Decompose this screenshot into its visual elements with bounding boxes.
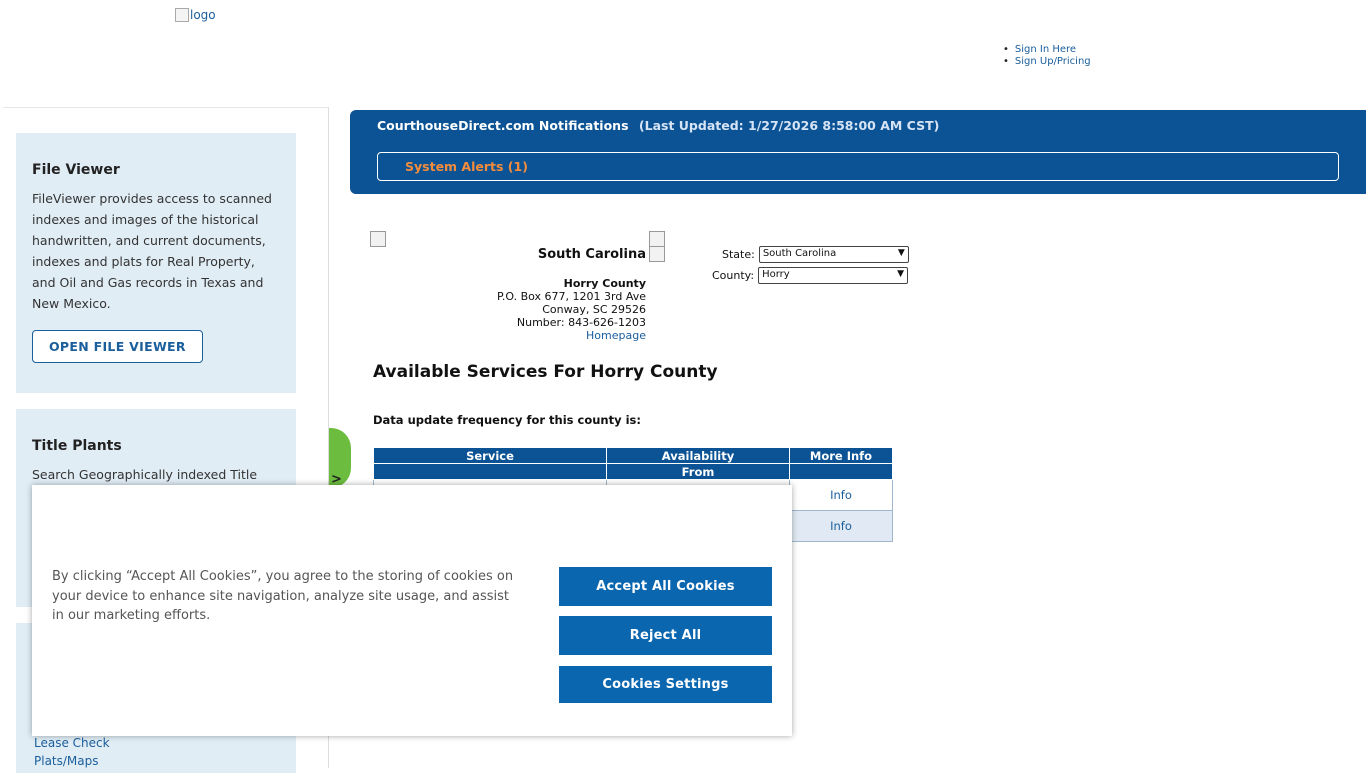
- sign-up-pricing-link[interactable]: Sign Up/Pricing: [1003, 56, 1091, 68]
- state-select-value: South Carolina: [762, 248, 837, 259]
- logo-alt-text: logo: [190, 8, 216, 22]
- notifications-header: CourthouseDirect.com Notifications (Last…: [377, 118, 939, 133]
- county-label: County:: [712, 269, 755, 282]
- column-subheader-from: From: [606, 463, 790, 480]
- column-subheader-blank-2: [789, 463, 893, 480]
- state-select[interactable]: South Carolina: [758, 246, 909, 263]
- county-name: Horry County: [563, 277, 646, 290]
- column-header-service: Service: [373, 447, 607, 464]
- county-info: Horry County P.O. Box 677, 1201 3rd Ave …: [497, 277, 646, 342]
- cookies-settings-button[interactable]: Cookies Settings: [559, 666, 772, 703]
- reject-all-button[interactable]: Reject All: [559, 616, 772, 655]
- sign-in-link[interactable]: Sign In Here: [1003, 44, 1091, 56]
- cookie-consent-text: By clicking “Accept All Cookies”, you ag…: [52, 569, 514, 623]
- notifications-panel: CourthouseDirect.com Notifications (Last…: [350, 110, 1366, 194]
- last-updated: (Last Updated: 1/27/2026 8:58:00 AM CST): [638, 118, 940, 133]
- county-phone: Number: 843-626-1203: [516, 316, 646, 329]
- info-link[interactable]: Info: [789, 479, 893, 511]
- state-label: State:: [722, 248, 755, 261]
- file-viewer-title: File Viewer: [32, 162, 120, 178]
- state-select-row: State: South Carolina: [722, 246, 909, 263]
- column-subheader-blank: [373, 463, 607, 480]
- county-address-line1: P.O. Box 677, 1201 3rd Ave: [496, 290, 646, 303]
- sidebar-toggle-tab[interactable]: >: [329, 428, 351, 488]
- system-alerts-toggle[interactable]: System Alerts (1): [377, 152, 1339, 181]
- state-name: South Carolina: [537, 247, 646, 262]
- cookie-consent-banner: By clicking “Accept All Cookies”, you ag…: [32, 485, 792, 736]
- column-header-more-info: More Info: [789, 447, 893, 464]
- title-plants-description: Search Geographically indexed Title: [32, 467, 258, 482]
- update-frequency: Data update frequency for this county is…: [373, 413, 642, 427]
- county-select-row: County: Horry: [712, 267, 909, 284]
- county-select[interactable]: Horry: [758, 267, 909, 284]
- logo[interactable]: logo: [175, 8, 216, 22]
- open-file-viewer-button[interactable]: OPEN FILE VIEWER: [32, 330, 203, 363]
- column-header-availability: Availability: [606, 447, 790, 464]
- lease-check-link[interactable]: Lease Check: [34, 734, 110, 752]
- top-nav: Sign In Here Sign Up/Pricing: [1003, 44, 1091, 68]
- county-address-line2: Conway, SC 29526: [542, 303, 646, 316]
- tools-links: Lease Check Plats/Maps: [34, 734, 110, 770]
- file-viewer-card: File Viewer FileViewer provides access t…: [16, 133, 296, 393]
- county-homepage-link[interactable]: Homepage: [586, 329, 646, 342]
- county-select-value: Horry: [762, 269, 790, 280]
- broken-image-icon: [175, 8, 189, 22]
- plats-maps-link[interactable]: Plats/Maps: [34, 752, 110, 770]
- title-plants-title: Title Plants: [32, 438, 122, 454]
- notifications-title: CourthouseDirect.com Notifications: [377, 118, 629, 133]
- county-image-2: [649, 246, 665, 262]
- info-link[interactable]: Info: [789, 510, 893, 542]
- state-seal-image: [370, 231, 386, 247]
- system-alerts-label: System Alerts (1): [405, 159, 528, 174]
- county-image: [649, 231, 665, 247]
- accept-all-cookies-button[interactable]: Accept All Cookies: [559, 567, 772, 606]
- file-viewer-description: FileViewer provides access to scanned in…: [32, 191, 272, 311]
- services-title: Available Services For Horry County: [373, 362, 718, 382]
